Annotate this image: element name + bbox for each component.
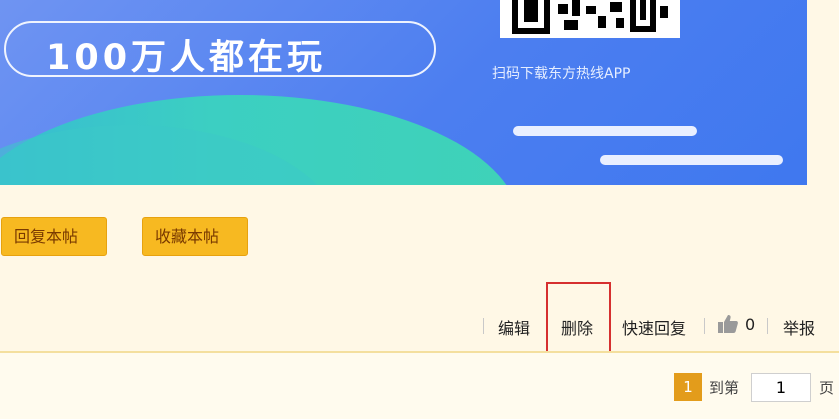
post-action-bar: 编辑 删除 快速回复 0 举报 <box>0 309 839 343</box>
favorite-post-button[interactable]: 收藏本帖 <box>142 217 248 256</box>
delete-highlight-box <box>546 282 611 355</box>
app-download-banner[interactable]: 100万人都在玩 扫码下载东方热线APP <box>0 0 807 185</box>
goto-page-label: 到第 <box>709 379 740 397</box>
like-count: 0 <box>745 315 756 334</box>
edit-link[interactable]: 编辑 <box>498 315 530 339</box>
divider <box>704 318 705 334</box>
report-link[interactable]: 举报 <box>783 315 815 339</box>
divider <box>767 318 768 334</box>
quick-reply-link[interactable]: 快速回复 <box>622 315 686 339</box>
page-number-input[interactable] <box>751 373 811 402</box>
qr-code-icon <box>500 0 680 38</box>
banner-slogan: 100万人都在玩 <box>46 38 327 78</box>
banner-slogan-pill: 100万人都在玩 <box>4 21 436 78</box>
page-unit-label: 页 <box>819 379 835 397</box>
reply-post-button[interactable]: 回复本帖 <box>1 217 107 256</box>
banner-bar-decoration <box>513 126 697 136</box>
divider <box>483 318 484 334</box>
thumbs-up-icon[interactable] <box>717 313 739 335</box>
banner-bar-decoration <box>600 155 783 165</box>
scan-download-text: 扫码下载东方热线APP <box>492 66 631 82</box>
current-page[interactable]: 1 <box>674 373 702 401</box>
